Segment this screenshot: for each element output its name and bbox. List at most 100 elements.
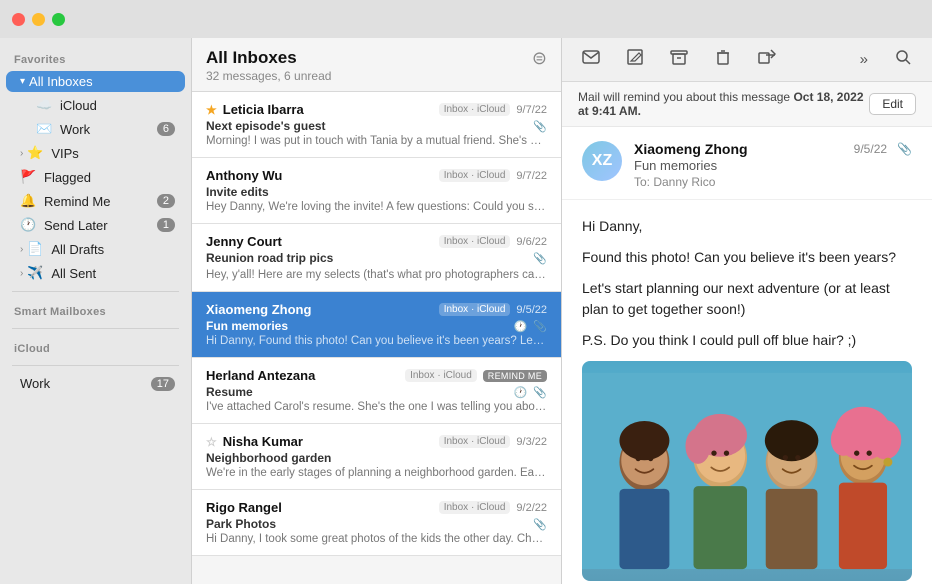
trash-toolbar-icon[interactable] xyxy=(710,44,736,75)
detail-toolbar: » xyxy=(562,38,932,82)
inbox-label: Inbox · iCloud xyxy=(439,501,511,514)
message-date: 9/5/22 xyxy=(516,304,547,316)
edit-remind-button[interactable]: Edit xyxy=(869,93,916,115)
inbox-label: Inbox · iCloud xyxy=(405,369,477,382)
sent-icon: ✈️ xyxy=(27,265,45,281)
sidebar-item-all-inboxes[interactable]: ▾ All Inboxes xyxy=(6,71,185,92)
work-section-badge: 17 xyxy=(151,377,175,391)
traffic-lights xyxy=(12,13,65,26)
sidebar-item-label: All Inboxes xyxy=(29,74,175,89)
message-sender: Xiaomeng Zhong xyxy=(206,302,311,317)
divider xyxy=(12,328,179,329)
sidebar-item-all-drafts[interactable]: › 📄 All Drafts xyxy=(6,238,185,260)
star-icon: ★ xyxy=(206,103,217,117)
message-date: 9/6/22 xyxy=(516,236,547,248)
message-item[interactable]: Herland Antezana Inbox · iCloud REMIND M… xyxy=(192,358,561,424)
message-sender: Rigo Rangel xyxy=(206,500,282,515)
minimize-button[interactable] xyxy=(32,13,45,26)
search-toolbar-icon[interactable] xyxy=(890,44,916,75)
message-subject: Resume 🕐 📎 xyxy=(206,385,547,399)
sidebar-item-label: VIPs xyxy=(51,146,175,161)
message-meta: Inbox · iCloud 9/3/22 xyxy=(439,435,547,448)
body-line-1: Hi Danny, xyxy=(582,216,912,237)
message-item[interactable]: Anthony Wu Inbox · iCloud 9/7/22 Invite … xyxy=(192,158,561,224)
detail-header: XZ Xiaomeng Zhong 9/5/22 📎 Fun memories … xyxy=(562,127,932,200)
body-line-2: Found this photo! Can you believe it's b… xyxy=(582,247,912,268)
sidebar-item-label: Work xyxy=(60,122,157,137)
chevron-down-icon: ▾ xyxy=(20,76,25,87)
message-meta: Inbox · iCloud 9/6/22 xyxy=(439,235,547,248)
sidebar-item-send-later[interactable]: 🕐 Send Later 1 xyxy=(6,214,185,236)
chevron-right-icon: › xyxy=(20,244,23,255)
message-preview: I've attached Carol's resume. She's the … xyxy=(206,401,547,413)
star-outline-icon: ☆ xyxy=(206,435,217,449)
icloud-section-label: iCloud xyxy=(0,335,191,359)
message-subject: Reunion road trip pics 📎 xyxy=(206,251,547,265)
sidebar-item-icloud[interactable]: ☁️ iCloud xyxy=(6,94,185,116)
message-list-subtitle: 32 messages, 6 unread xyxy=(206,69,331,83)
sidebar-item-work[interactable]: ✉️ Work 6 xyxy=(6,118,185,140)
detail-to: To: Danny Rico xyxy=(634,175,912,189)
compose-toolbar-icon[interactable] xyxy=(622,44,648,75)
sidebar-item-vips[interactable]: › ⭐ VIPs xyxy=(6,142,185,164)
message-date: 9/3/22 xyxy=(516,436,547,448)
sidebar-item-flagged[interactable]: 🚩 Flagged xyxy=(6,166,185,188)
message-sender: ☆ Nisha Kumar xyxy=(206,434,303,449)
detail-subject: Fun memories xyxy=(634,158,912,173)
remind-me-badge: REMIND ME xyxy=(483,370,547,382)
inbox-label: Inbox · iCloud xyxy=(439,303,511,316)
message-item[interactable]: Rigo Rangel Inbox · iCloud 9/2/22 Park P… xyxy=(192,490,561,556)
message-sender: ★ Leticia Ibarra xyxy=(206,102,304,117)
message-item[interactable]: ☆ Nisha Kumar Inbox · iCloud 9/3/22 Neig… xyxy=(192,424,561,490)
attachment-icon: 📎 xyxy=(533,386,547,399)
message-subject: Fun memories 🕐 📎 xyxy=(206,319,547,333)
sidebar-item-all-sent[interactable]: › ✈️ All Sent xyxy=(6,262,185,284)
body-line-3: Let's start planning our next adventure … xyxy=(582,278,912,320)
message-preview: Morning! I was put in touch with Tania b… xyxy=(206,135,547,147)
title-bar xyxy=(0,0,932,38)
message-item-selected[interactable]: Xiaomeng Zhong Inbox · iCloud 9/5/22 Fun… xyxy=(192,292,561,358)
message-meta: Inbox · iCloud 9/5/22 xyxy=(439,303,547,316)
divider xyxy=(12,291,179,292)
more-toolbar-icon[interactable]: » xyxy=(856,47,872,72)
message-item[interactable]: Jenny Court Inbox · iCloud 9/6/22 Reunio… xyxy=(192,224,561,292)
mail-toolbar-icon[interactable] xyxy=(578,44,604,75)
message-preview: Hey, y'all! Here are my selects (that's … xyxy=(206,267,547,281)
message-list: All Inboxes 32 messages, 6 unread ⊜ ★ Le… xyxy=(192,38,562,584)
message-item[interactable]: ★ Leticia Ibarra Inbox · iCloud 9/7/22 N… xyxy=(192,92,561,158)
attachment-icon: 📎 xyxy=(533,252,547,265)
remind-banner: Mail will remind you about this message … xyxy=(562,82,932,127)
icloud-icon: ☁️ xyxy=(36,97,54,113)
sidebar-item-remind-me[interactable]: 🔔 Remind Me 2 xyxy=(6,190,185,212)
message-sender: Herland Antezana xyxy=(206,368,315,383)
message-meta: Inbox · iCloud 9/7/22 xyxy=(439,103,547,116)
sidebar-item-label: iCloud xyxy=(60,98,175,113)
detail-date: 9/5/22 xyxy=(854,142,887,156)
detail-from-name: Xiaomeng Zhong xyxy=(634,141,748,157)
maximize-button[interactable] xyxy=(52,13,65,26)
remind-badge: 2 xyxy=(157,194,175,208)
vips-icon: ⭐ xyxy=(27,145,45,161)
move-toolbar-icon[interactable] xyxy=(754,44,780,75)
sidebar-item-label: Work xyxy=(20,376,151,391)
message-list-header: All Inboxes 32 messages, 6 unread ⊜ xyxy=(192,38,561,92)
detail-body: Hi Danny, Found this photo! Can you beli… xyxy=(562,200,932,584)
chevron-right-icon: › xyxy=(20,148,23,159)
body-line-4: P.S. Do you think I could pull off blue … xyxy=(582,330,912,351)
message-preview: Hi Danny, I took some great photos of th… xyxy=(206,533,547,545)
sidebar-item-work-section[interactable]: Work 17 xyxy=(6,373,185,394)
message-date: 9/2/22 xyxy=(516,502,547,514)
chevron-right-icon: › xyxy=(20,268,23,279)
message-list-title: All Inboxes xyxy=(206,48,331,68)
drafts-icon: 📄 xyxy=(27,241,45,257)
filter-icon[interactable]: ⊜ xyxy=(532,48,547,69)
send-later-badge: 1 xyxy=(157,218,175,232)
remind-outline-icon: 🕐 xyxy=(514,386,528,399)
message-sender: Anthony Wu xyxy=(206,168,282,183)
app-body: Favorites ▾ All Inboxes ☁️ iCloud ✉️ Wor… xyxy=(0,38,932,584)
message-sender: Jenny Court xyxy=(206,234,282,249)
close-button[interactable] xyxy=(12,13,25,26)
archive-toolbar-icon[interactable] xyxy=(666,44,692,75)
message-subject: Next episode's guest 📎 xyxy=(206,119,547,133)
message-preview: We're in the early stages of planning a … xyxy=(206,467,547,479)
